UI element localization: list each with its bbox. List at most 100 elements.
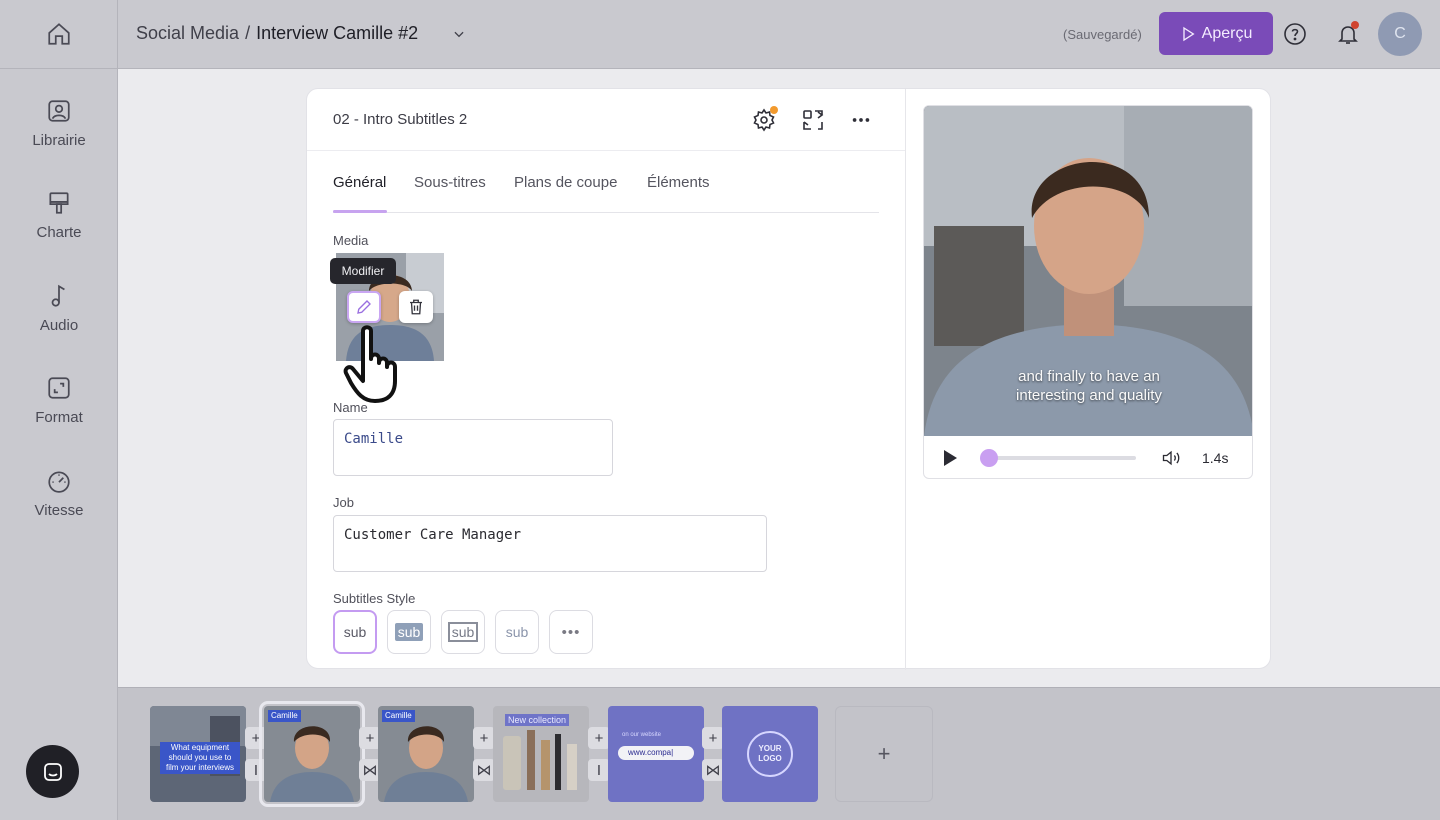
sidebar-item-label: Librairie <box>32 132 86 149</box>
clip-caption: Camille <box>382 710 415 722</box>
style-option-text: sub <box>394 623 424 641</box>
add-scene-button[interactable]: + <box>588 727 610 749</box>
tab-elements[interactable]: Éléments <box>647 174 710 191</box>
transition-button[interactable]: ⋈ <box>473 759 495 781</box>
style-option-filled[interactable]: sub <box>387 610 431 654</box>
swap-frame-icon <box>803 110 824 130</box>
more-options-button[interactable] <box>847 106 875 134</box>
edit-tooltip: Modifier <box>330 258 396 284</box>
style-option-plain[interactable]: sub <box>333 610 377 654</box>
notification-dot <box>1351 21 1359 29</box>
sidebar-item-label: Vitesse <box>34 502 84 519</box>
name-label: Name <box>333 400 368 415</box>
paint-roller-icon <box>49 192 69 214</box>
style-option-text: sub <box>447 622 479 642</box>
more-horizontal-icon <box>852 118 870 122</box>
clip-caption: Camille <box>268 710 301 722</box>
transition-button[interactable]: ⋈ <box>702 759 724 781</box>
add-scene-button[interactable]: + <box>702 727 724 749</box>
sidebar-item-label: Audio <box>39 317 79 334</box>
speedometer-icon <box>48 471 70 493</box>
video-preview: and finally to have an interesting and q… <box>923 105 1253 479</box>
add-scene-button[interactable]: + <box>473 727 495 749</box>
job-field[interactable]: Customer Care Manager <box>333 515 767 572</box>
style-option-text: sub <box>343 624 367 640</box>
home-icon <box>47 23 70 45</box>
timeline-clip-4[interactable]: New collection <box>493 706 589 802</box>
editor-tabs: Général Sous-titres Plans de coupe Éléme… <box>333 169 879 213</box>
panel-divider <box>905 89 906 670</box>
home-button[interactable] <box>0 0 117 69</box>
job-label: Job <box>333 495 354 510</box>
sidebar-item-audio[interactable]: Audio <box>0 283 118 334</box>
play-icon <box>1182 26 1195 41</box>
crop-icon <box>48 377 70 399</box>
progress-track[interactable] <box>984 456 1136 460</box>
save-status: (Sauvegardé) <box>1063 27 1142 42</box>
subtitle-line-1: and finally to have an <box>1018 368 1160 385</box>
style-option-text: sub <box>505 624 529 640</box>
breadcrumb[interactable]: Social Media / Interview Camille #2 <box>136 23 466 44</box>
left-sidebar: Librairie Charte Audio Format Vitesse <box>0 0 118 820</box>
scene-title: 02 - Intro Subtitles 2 <box>333 111 468 128</box>
name-field[interactable]: Camille <box>333 419 613 476</box>
pencil-icon <box>357 300 371 314</box>
top-bar: Social Media / Interview Camille #2 (Sau… <box>118 0 1440 69</box>
progress-knob[interactable] <box>980 449 999 467</box>
add-scene-tile[interactable]: + <box>835 706 933 802</box>
timeline-clip-2[interactable]: Camille <box>259 701 365 807</box>
cut-transition-button[interactable]: I <box>588 759 610 781</box>
sidebar-item-charte[interactable]: Charte <box>0 190 118 241</box>
editor-header: 02 - Intro Subtitles 2 <box>307 89 905 151</box>
notifications-button[interactable] <box>1334 20 1362 48</box>
style-option-boxed[interactable]: sub <box>441 610 485 654</box>
delete-media-button[interactable] <box>399 291 433 323</box>
media-label: Media <box>333 233 369 248</box>
preview-button[interactable]: Aperçu <box>1159 12 1273 55</box>
help-icon <box>1284 23 1306 45</box>
help-button[interactable] <box>1281 20 1309 48</box>
more-styles-label: ••• <box>561 623 581 641</box>
style-option-more[interactable]: ••• <box>549 610 593 654</box>
play-icon[interactable] <box>942 449 958 467</box>
breadcrumb-parent[interactable]: Social Media <box>136 23 239 44</box>
subtitles-style-options: sub sub sub sub ••• <box>333 610 593 654</box>
edit-media-button[interactable] <box>347 291 381 323</box>
sidebar-item-vitesse[interactable]: Vitesse <box>0 468 118 519</box>
clip-url: www.compa| <box>618 746 694 760</box>
sidebar-item-format[interactable]: Format <box>0 375 118 426</box>
time-readout: 1.4s <box>1202 450 1229 466</box>
timeline-clip-6[interactable]: YOUR LOGO <box>722 706 818 802</box>
timeline-clip-3[interactable]: Camille <box>378 706 474 802</box>
volume-icon[interactable] <box>1160 448 1182 468</box>
add-scene-label: + <box>877 741 891 766</box>
music-note-icon <box>51 284 65 307</box>
subtitles-style-label: Subtitles Style <box>333 591 416 606</box>
sidebar-item-librairie[interactable]: Librairie <box>0 98 118 149</box>
avatar-initial: C <box>1394 25 1406 42</box>
tab-general[interactable]: Général <box>333 174 386 191</box>
editor-card: 02 - Intro Subtitles 2 Général Sous-titr… <box>306 88 1271 670</box>
breadcrumb-current: Interview Camille #2 <box>256 23 419 43</box>
scene-settings-button[interactable] <box>750 106 778 134</box>
clip-hint: on our website <box>622 732 662 738</box>
style-option-light[interactable]: sub <box>495 610 539 654</box>
breadcrumb-separator: / <box>245 23 251 43</box>
chat-button[interactable] <box>26 745 79 798</box>
active-tab-indicator <box>333 210 387 213</box>
video-controls: 1.4s <box>924 436 1252 478</box>
sidebar-item-label: Charte <box>36 224 82 241</box>
chat-icon <box>43 762 62 781</box>
clip-caption: What equipment should you use to film yo… <box>160 742 240 774</box>
video-frame[interactable]: and finally to have an interesting and q… <box>924 106 1252 436</box>
tab-plans-de-coupe[interactable]: Plans de coupe <box>514 174 617 191</box>
preview-button-label: Aperçu <box>1201 24 1253 42</box>
replace-scene-button[interactable] <box>799 106 827 134</box>
image-icon <box>48 100 70 122</box>
timeline-clip-1[interactable]: What equipment should you use to film yo… <box>150 706 246 802</box>
chevron-down-icon[interactable] <box>452 27 466 41</box>
tab-sous-titres[interactable]: Sous-titres <box>414 174 486 191</box>
clip-label: New collection <box>505 714 570 726</box>
avatar[interactable]: C <box>1378 12 1422 56</box>
timeline-clip-5[interactable]: on our website www.compa| <box>608 706 704 802</box>
